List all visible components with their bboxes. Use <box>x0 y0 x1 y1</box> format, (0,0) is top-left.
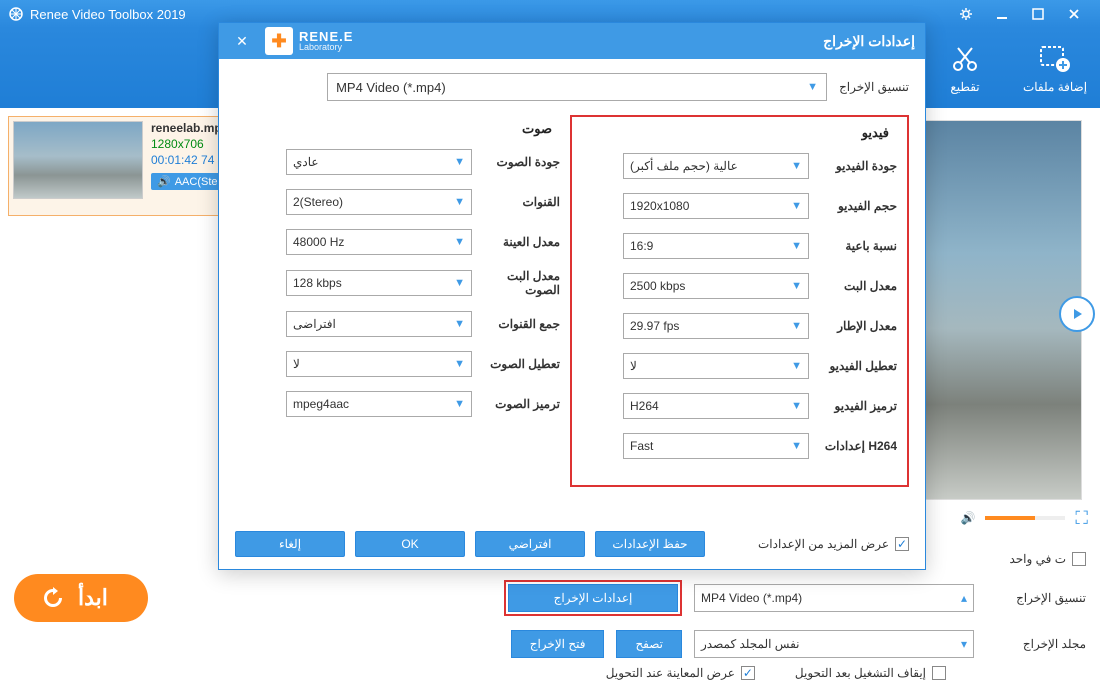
brand-logo: ✚ RENE.ELaboratory <box>265 27 353 55</box>
speaker-icon: 🔊 <box>157 175 171 188</box>
dialog-close-button[interactable]: ✕ <box>229 33 255 50</box>
video-size-select[interactable]: 1920x1080▼ <box>623 193 809 219</box>
video-quality-select[interactable]: عالية (حجم ملف أكبر)▼ <box>623 153 809 179</box>
settings-icon[interactable] <box>948 3 984 25</box>
fullscreen-icon[interactable]: ⛶ <box>1075 508 1088 529</box>
aspect-ratio-select[interactable]: 16:9▼ <box>623 233 809 259</box>
dialog-footer: عرض المزيد من الإعدادات حفظ الإعدادات اف… <box>219 525 925 569</box>
chevron-up-icon: ▴ <box>961 591 967 605</box>
cancel-button[interactable]: إلغاء <box>235 531 345 557</box>
audio-codec-select[interactable]: mpeg4aac▼ <box>286 391 472 417</box>
channel-mix-select[interactable]: افتراضى▼ <box>286 311 472 337</box>
browse-button[interactable]: تصفح <box>616 630 682 658</box>
more-settings-checkbox[interactable]: عرض المزيد من الإعدادات <box>758 537 909 551</box>
minimize-button[interactable] <box>984 3 1020 25</box>
file-thumbnail <box>13 121 143 199</box>
add-files-label: إضافة ملفات <box>1023 80 1087 94</box>
video-heading: فيديو <box>582 125 889 141</box>
disable-audio-select[interactable]: لا▼ <box>286 351 472 377</box>
maximize-button[interactable] <box>1020 3 1056 25</box>
chevron-down-icon: ▾ <box>961 637 967 651</box>
audio-settings-group: صوت جودة الصوتعادي▼ القنوات2(Stereo)▼ مع… <box>235 115 570 487</box>
dlg-output-format-select[interactable]: MP4 Video (*.mp4)▼ <box>327 73 827 101</box>
video-bitrate-select[interactable]: 2500 kbps▼ <box>623 273 809 299</box>
dialog-body: تنسيق الإخراج MP4 Video (*.mp4)▼ فيديو ج… <box>219 59 925 525</box>
cut-label: تقطيع <box>950 80 979 94</box>
cut-button[interactable]: تقطيع <box>920 33 1010 103</box>
video-codec-select[interactable]: H264▼ <box>623 393 809 419</box>
add-files-button[interactable]: إضافة ملفات <box>1010 33 1100 103</box>
dialog-titlebar: إعدادات الإخراج ✚ RENE.ELaboratory ✕ <box>219 23 925 59</box>
h264-preset-select[interactable]: Fast▼ <box>623 433 809 459</box>
video-settings-group: فيديو جودة الفيديوعالية (حجم ملف أكبر)▼ … <box>570 115 909 487</box>
open-output-button[interactable]: فتح الإخراج <box>511 630 605 658</box>
ok-button[interactable]: OK <box>355 531 465 557</box>
dialog-title: إعدادات الإخراج <box>823 33 915 50</box>
frame-rate-select[interactable]: 29.97 fps▼ <box>623 313 809 339</box>
app-title: Renee Video Toolbox 2019 <box>30 7 186 22</box>
output-format-select[interactable]: MP4 Video (*.mp4) ▴ <box>694 584 974 612</box>
refresh-icon <box>40 585 66 611</box>
output-folder-label: مجلد الإخراج <box>986 637 1086 651</box>
audio-heading: صوت <box>245 121 552 137</box>
default-button[interactable]: افتراضي <box>475 531 585 557</box>
sample-rate-select[interactable]: 48000 Hz▼ <box>286 229 472 255</box>
chevron-down-icon: ▼ <box>807 81 818 93</box>
cut-icon <box>948 42 982 76</box>
audio-channels-select[interactable]: 2(Stereo)▼ <box>286 189 472 215</box>
stop-after-checkbox[interactable]: إيقاف التشغيل بعد التحويل <box>795 666 946 680</box>
output-settings-dialog: إعدادات الإخراج ✚ RENE.ELaboratory ✕ تنس… <box>218 22 926 570</box>
play-button[interactable] <box>1059 296 1095 332</box>
audio-quality-select[interactable]: عادي▼ <box>286 149 472 175</box>
highlight-box: إعدادات الإخراج <box>504 580 682 616</box>
merge-checkbox[interactable]: ت في واحد <box>1009 552 1086 566</box>
output-settings-button[interactable]: إعدادات الإخراج <box>508 584 678 612</box>
audio-bitrate-select[interactable]: 128 kbps▼ <box>286 270 472 296</box>
app-logo-icon <box>8 6 24 22</box>
volume-slider[interactable] <box>985 516 1065 520</box>
volume-icon[interactable]: 🔊 <box>960 511 975 525</box>
close-button[interactable] <box>1056 3 1092 25</box>
disable-video-select[interactable]: لا▼ <box>623 353 809 379</box>
add-files-icon <box>1038 42 1072 76</box>
save-settings-button[interactable]: حفظ الإعدادات <box>595 531 705 557</box>
output-format-label: تنسيق الإخراج <box>986 591 1086 605</box>
output-folder-select[interactable]: نفس المجلد كمصدر ▾ <box>694 630 974 658</box>
start-button[interactable]: ابدأ <box>14 574 148 622</box>
dlg-output-format-label: تنسيق الإخراج <box>839 80 909 94</box>
plus-icon: ✚ <box>265 27 293 55</box>
preview-after-checkbox[interactable]: عرض المعاينة عند التحويل <box>606 666 755 680</box>
